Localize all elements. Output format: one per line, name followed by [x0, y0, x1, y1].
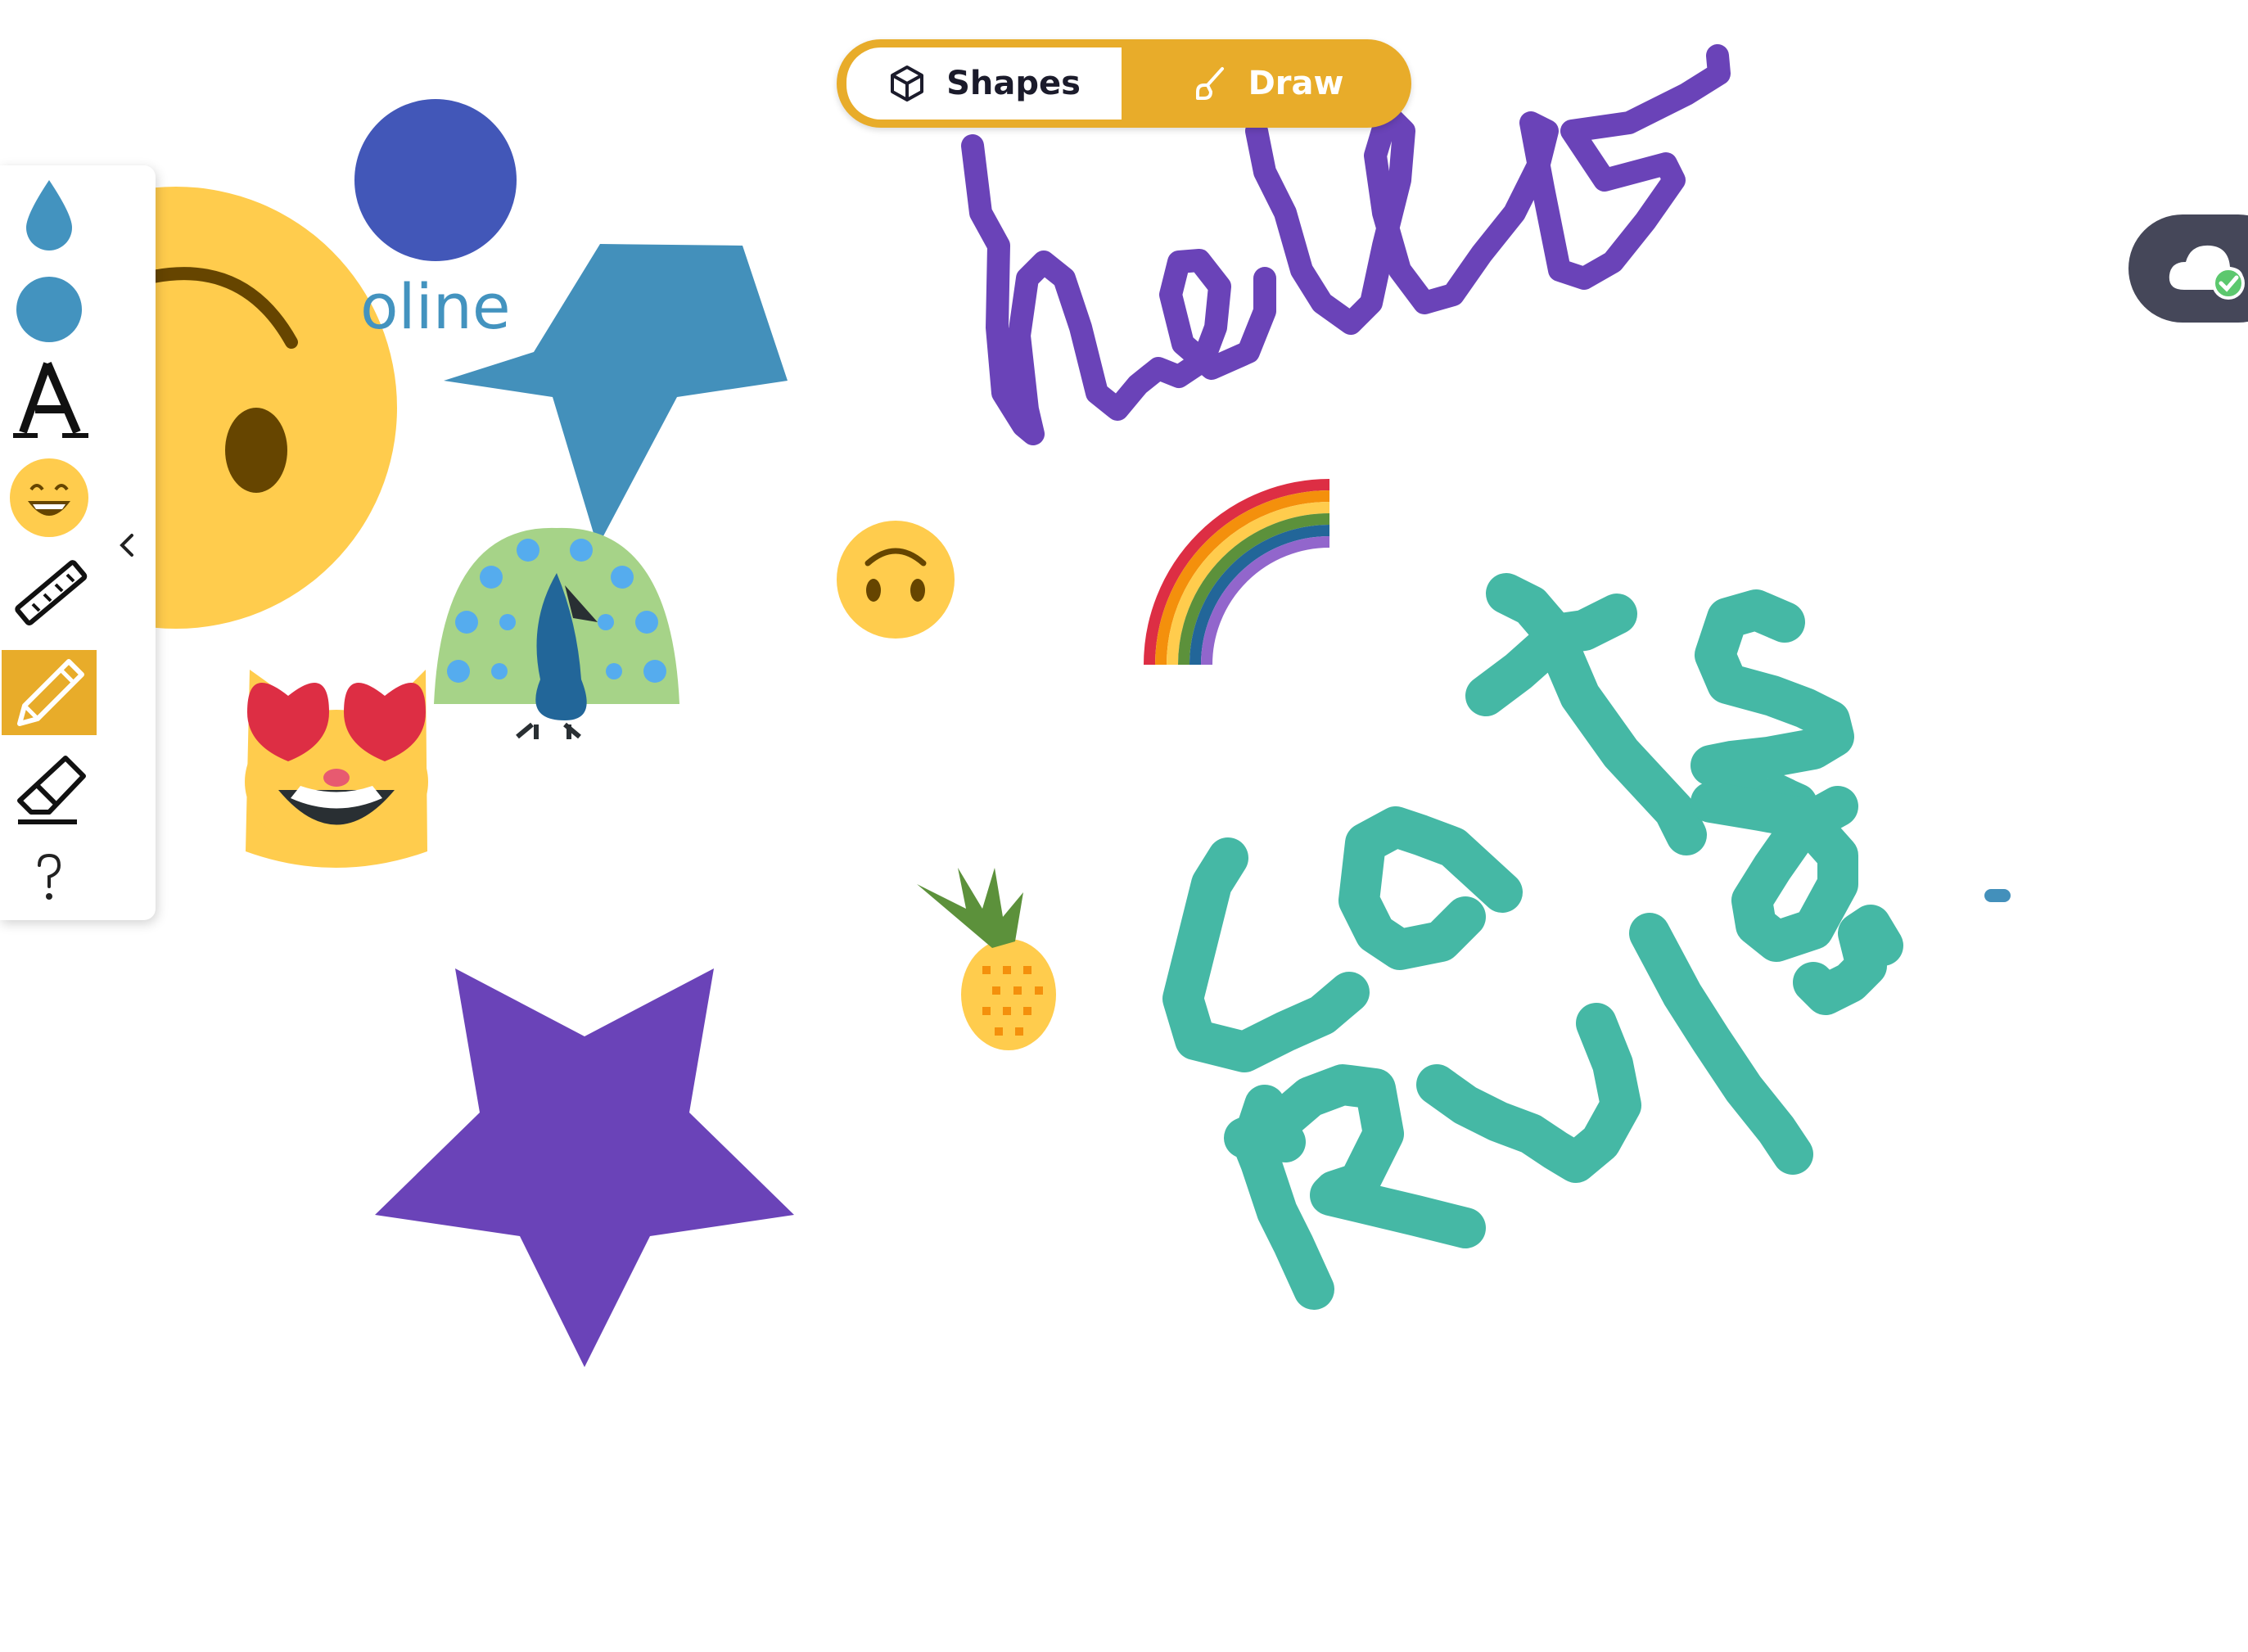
text-tool[interactable]	[2, 359, 97, 444]
ruler-tool[interactable]	[2, 552, 97, 637]
rainbow-sticker[interactable]	[1144, 479, 1330, 666]
eraser-tool[interactable]	[2, 747, 97, 832]
shapes-mode-label: Shapes	[946, 65, 1081, 102]
fill-color-tool[interactable]	[2, 172, 97, 257]
pencil-icon	[17, 659, 84, 726]
purple-star-shape[interactable]	[375, 968, 794, 1367]
collapse-toolbar-button[interactable]	[113, 527, 141, 563]
peacock-sticker[interactable]	[434, 527, 679, 739]
eraser-icon	[17, 756, 86, 824]
draw-mode-label: Draw	[1248, 65, 1344, 102]
navy-circle-shape[interactable]	[354, 99, 517, 261]
question-mark-icon	[38, 853, 61, 900]
drawing-canvas[interactable]	[0, 0, 2248, 1652]
mode-toggle: Shapes Draw	[837, 39, 1411, 128]
circle-icon	[16, 277, 82, 342]
letter-a-icon	[13, 362, 88, 438]
cats-rule-handwriting[interactable]	[1162, 573, 1903, 1310]
grinning-emoji-icon	[10, 458, 88, 537]
shapes-mode-button[interactable]: Shapes	[846, 47, 1122, 120]
cube-icon	[891, 65, 924, 102]
paintbrush-icon	[1195, 67, 1224, 100]
stroke-color-tool[interactable]	[2, 267, 97, 352]
help-tool[interactable]	[2, 837, 97, 922]
cloud-save-status[interactable]	[2128, 214, 2248, 323]
emoji-tool[interactable]	[2, 455, 97, 540]
pencil-tool[interactable]	[2, 650, 97, 735]
droplet-icon	[26, 180, 72, 251]
canvas-text-fragment[interactable]: oline	[360, 270, 511, 343]
heart-eyes-cat-sticker[interactable]	[245, 670, 428, 868]
cloud-check-icon	[2169, 245, 2245, 300]
draw-mode-button[interactable]: Draw	[1131, 47, 1402, 120]
stray-stroke-mark[interactable]	[1984, 889, 2011, 902]
ruler-icon	[15, 560, 88, 625]
left-toolbar	[0, 165, 156, 920]
small-upside-down-face[interactable]	[837, 521, 955, 639]
pineapple-sticker[interactable]	[917, 868, 1056, 1050]
chevron-left-icon	[120, 534, 133, 557]
